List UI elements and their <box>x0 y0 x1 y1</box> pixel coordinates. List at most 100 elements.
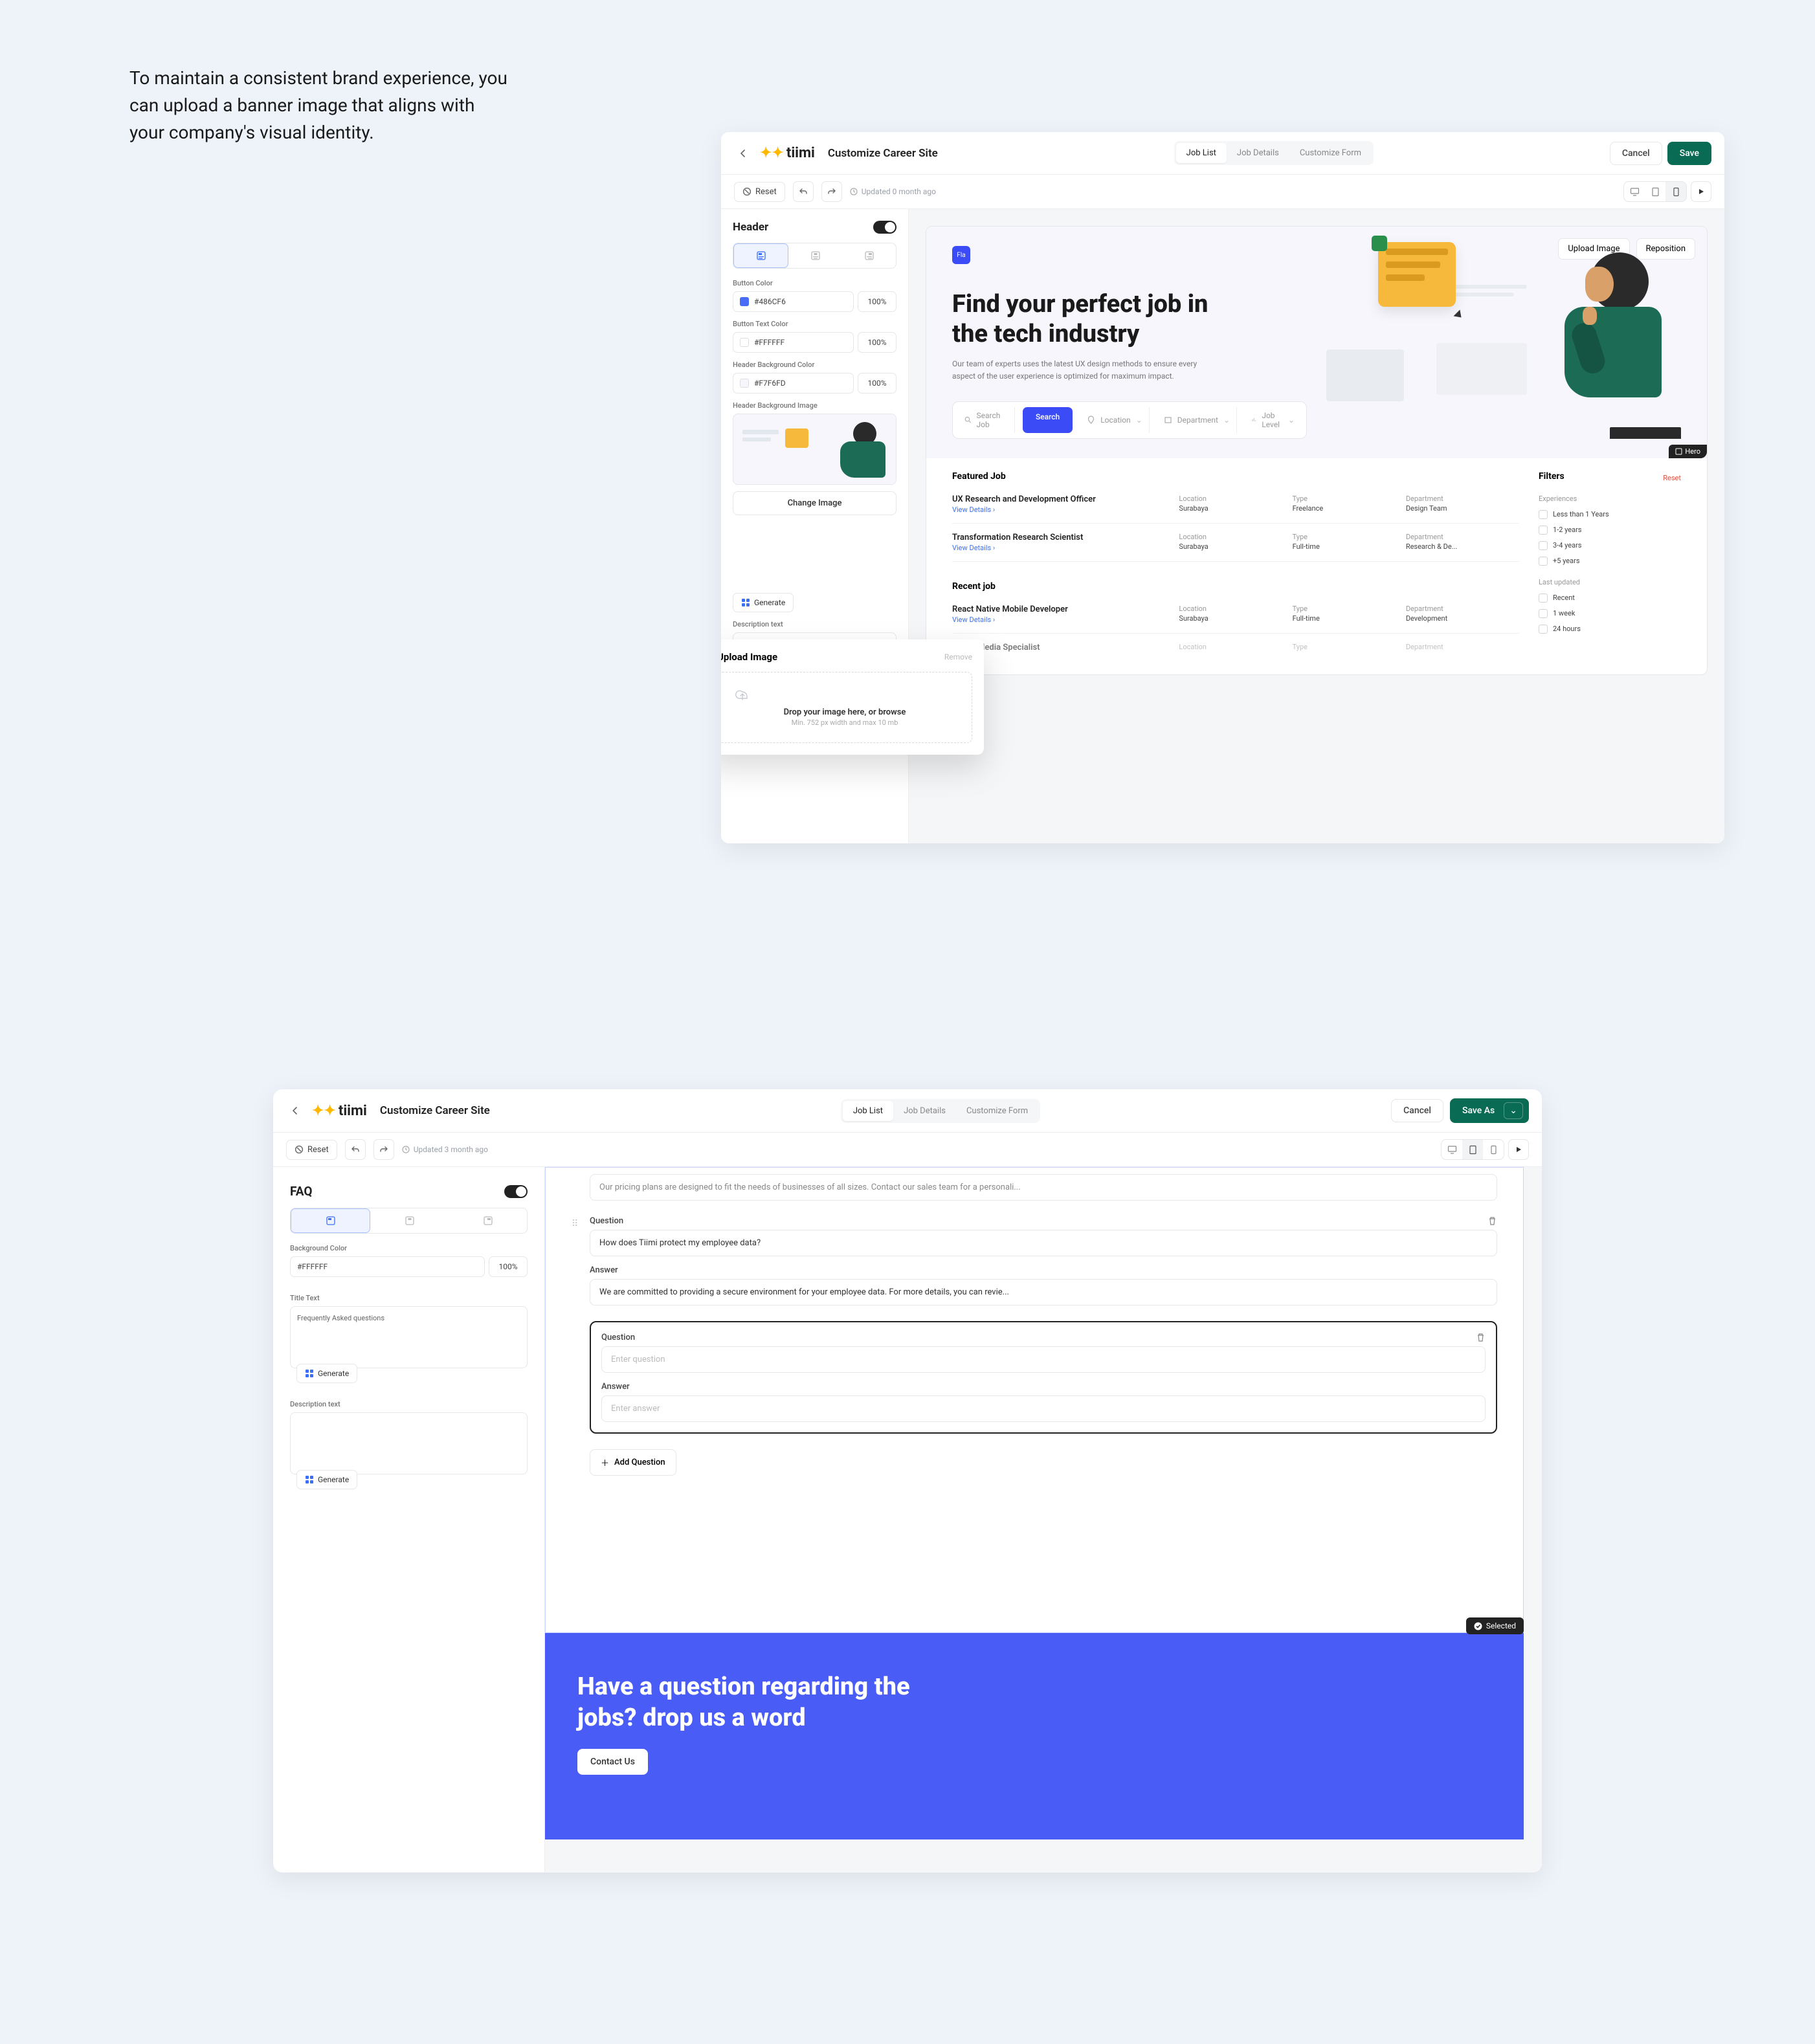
delete-button[interactable] <box>1487 1216 1497 1226</box>
answer-label: Answer <box>601 1382 1486 1392</box>
faq-editor[interactable]: Our pricing plans are designed to fit th… <box>545 1167 1524 1633</box>
align-right[interactable] <box>842 243 896 268</box>
question-input[interactable]: Enter question <box>601 1346 1486 1373</box>
device-tablet[interactable] <box>1462 1140 1483 1159</box>
filter-item[interactable]: 1-2 years <box>1539 522 1681 538</box>
align-right[interactable] <box>449 1208 527 1233</box>
remove-image[interactable]: Remove <box>944 652 972 661</box>
department-select[interactable]: Department⌄ <box>1157 407 1237 433</box>
answer-label: Answer <box>590 1265 1497 1275</box>
search-input[interactable]: Search Job <box>958 407 1015 433</box>
header-toggle[interactable] <box>873 221 896 234</box>
button-text-opacity[interactable]: 100% <box>858 332 896 353</box>
description-input[interactable] <box>290 1412 528 1474</box>
tab-customize-form[interactable]: Customize Form <box>1289 143 1372 163</box>
bg-color-opacity[interactable]: 100% <box>489 1256 528 1277</box>
cancel-button[interactable]: Cancel <box>1391 1099 1443 1122</box>
hero-section[interactable]: Upload Image Reposition Fla Find your pe… <box>926 227 1707 458</box>
filter-item[interactable]: Less than 1 Years <box>1539 507 1681 522</box>
job-row[interactable]: UX Research and Development OfficerView … <box>952 485 1519 524</box>
qa-item: ⠿ Question How does Tiimi protect my emp… <box>572 1216 1497 1305</box>
filters-title: Filters <box>1539 471 1564 482</box>
filter-item[interactable]: +5 years <box>1539 553 1681 569</box>
search-icon <box>964 416 972 424</box>
contact-button[interactable]: Contact Us <box>577 1749 648 1775</box>
reset-button[interactable]: Reset <box>734 182 785 202</box>
recent-title: Recent job <box>952 581 1519 592</box>
generate-button[interactable]: Generate <box>733 593 794 612</box>
align-left[interactable] <box>291 1208 370 1233</box>
device-mobile[interactable] <box>1483 1140 1504 1159</box>
question-input[interactable]: How does Tiimi protect my employee data? <box>590 1230 1497 1256</box>
device-tablet[interactable] <box>1645 182 1665 201</box>
dropzone[interactable]: Drop your image here, or browse Min. 752… <box>721 672 972 743</box>
device-mobile[interactable] <box>1665 182 1686 201</box>
job-row[interactable]: React Native Mobile DeveloperView Detail… <box>952 595 1519 634</box>
save-as-button[interactable]: Save As⌄ <box>1450 1098 1529 1123</box>
undo-button[interactable] <box>793 181 814 202</box>
tab-job-details[interactable]: Job Details <box>893 1101 956 1121</box>
cta-section[interactable]: Have a question regarding the jobs? drop… <box>545 1633 1524 1839</box>
delete-button[interactable] <box>1476 1333 1486 1342</box>
filter-item[interactable]: 3-4 years <box>1539 538 1681 553</box>
redo-button[interactable] <box>373 1139 394 1160</box>
preview-button[interactable] <box>1508 1139 1529 1160</box>
header-bg-input[interactable]: #F7F6FD <box>733 373 854 394</box>
back-button[interactable] <box>734 144 752 162</box>
cancel-button[interactable]: Cancel <box>1610 142 1662 165</box>
redo-button[interactable] <box>821 181 842 202</box>
updated-label: Updated 0 month ago <box>862 187 936 196</box>
button-color-opacity[interactable]: 100% <box>858 291 896 312</box>
job-row[interactable]: Social Media Specialist Location Type De… <box>952 634 1519 661</box>
faq-toggle[interactable] <box>504 1185 528 1198</box>
align-left[interactable] <box>733 243 788 268</box>
filter-item[interactable]: Recent <box>1539 590 1681 606</box>
breadcrumb: Customize Career Site <box>380 1104 490 1117</box>
sparkle-icon <box>305 1475 314 1484</box>
answer-input[interactable]: Enter answer <box>601 1395 1486 1422</box>
updated-text: Updated 3 month ago <box>402 1145 488 1154</box>
device-desktop[interactable] <box>1442 1140 1462 1159</box>
change-image-button[interactable]: Change Image <box>733 491 896 515</box>
tab-job-list[interactable]: Job List <box>843 1101 893 1121</box>
search-button[interactable]: Search <box>1023 407 1073 433</box>
reset-button[interactable]: Reset <box>286 1140 337 1160</box>
location-select[interactable]: Location⌄ <box>1080 407 1150 433</box>
tab-job-list[interactable]: Job List <box>1176 143 1227 163</box>
filters-reset[interactable]: Reset <box>1663 474 1681 482</box>
plus-icon: ＋ <box>601 1456 609 1469</box>
tab-customize-form[interactable]: Customize Form <box>956 1101 1038 1121</box>
align-center[interactable] <box>788 243 842 268</box>
generate-button[interactable]: Generate <box>296 1470 357 1489</box>
toolbar: Reset Updated 3 month ago <box>273 1133 1542 1167</box>
filter-item[interactable]: 1 week <box>1539 606 1681 621</box>
logo-icon: ✦✦ <box>760 145 784 161</box>
filter-item[interactable]: 24 hours <box>1539 621 1681 637</box>
tab-job-details[interactable]: Job Details <box>1227 143 1289 163</box>
level-icon <box>1251 416 1256 424</box>
search-bar: Search Job Search Location⌄ Department⌄ … <box>952 401 1307 439</box>
button-color-input[interactable]: #486CF6 <box>733 291 854 312</box>
bg-color-label: Background Color <box>290 1244 528 1252</box>
generate-button[interactable]: Generate <box>296 1364 357 1383</box>
back-button[interactable] <box>286 1102 304 1120</box>
undo-button[interactable] <box>345 1139 366 1160</box>
title-text-input[interactable]: Frequently Asked questions <box>290 1306 528 1368</box>
cloud-upload-icon <box>733 688 956 702</box>
save-button[interactable]: Save <box>1667 142 1711 165</box>
bg-color-input[interactable]: #FFFFFF <box>290 1256 485 1277</box>
button-text-color-input[interactable]: #FFFFFF <box>733 332 854 353</box>
preview-button[interactable] <box>1691 181 1711 202</box>
job-row[interactable]: Transformation Research ScientistView De… <box>952 524 1519 562</box>
align-segmented <box>290 1208 528 1234</box>
featured-title: Featured Job <box>952 471 1519 482</box>
answer-input[interactable]: We are committed to providing a secure e… <box>590 1279 1497 1305</box>
level-select[interactable]: Job Level⌄ <box>1245 407 1301 433</box>
drag-handle-icon[interactable]: ⠿ <box>572 1219 578 1229</box>
device-desktop[interactable] <box>1624 182 1645 201</box>
header-bg-opacity[interactable]: 100% <box>858 373 896 394</box>
add-question-button[interactable]: ＋Add Question <box>590 1449 676 1476</box>
answer-truncated[interactable]: Our pricing plans are designed to fit th… <box>590 1174 1497 1201</box>
hero-tag: Hero <box>1669 445 1707 458</box>
align-center[interactable] <box>370 1208 449 1233</box>
